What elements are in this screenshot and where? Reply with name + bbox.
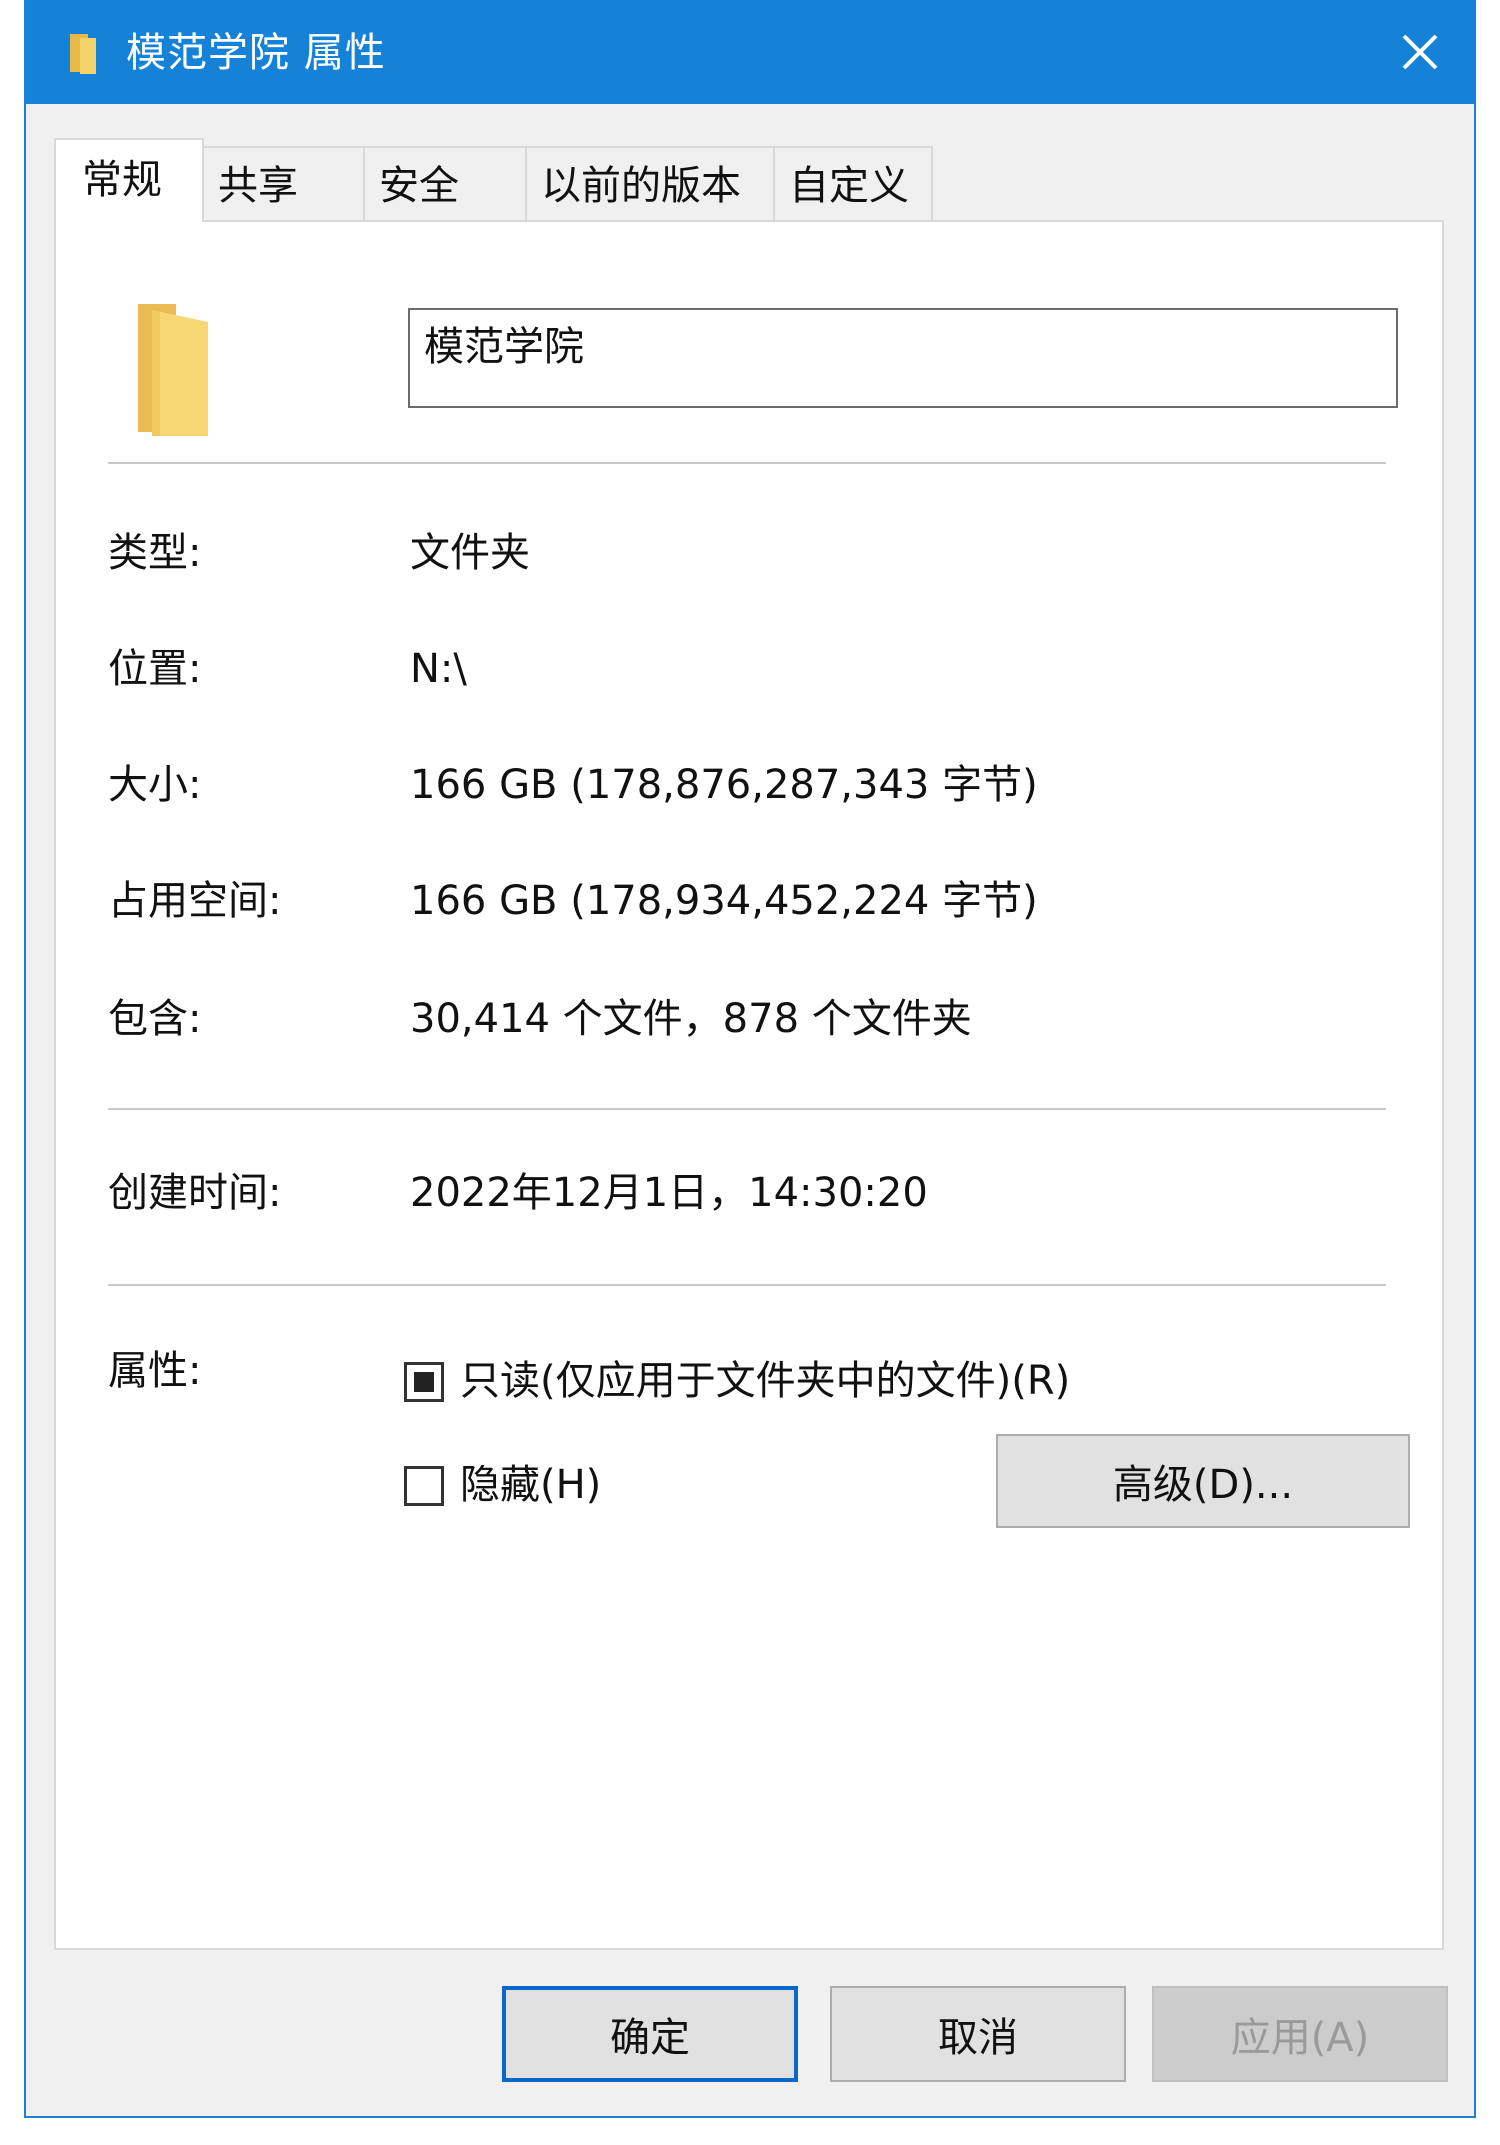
created-value: 2022年12月1日，14:30:20 xyxy=(410,1170,928,1216)
properties-window: 模范学院 属性 常规 共享 安全 以前的版本 自定义 类型: 文件夹 位置: N… xyxy=(24,0,1476,2118)
folder-icon xyxy=(70,34,96,74)
close-icon xyxy=(1402,34,1438,70)
divider xyxy=(108,462,1386,464)
attributes-label: 属性: xyxy=(108,1348,202,1394)
advanced-button[interactable]: 高级(D)... xyxy=(996,1434,1410,1528)
tab-general[interactable]: 常规 xyxy=(54,138,204,222)
contains-value: 30,414 个文件，878 个文件夹 xyxy=(410,996,972,1042)
contains-label: 包含: xyxy=(108,996,202,1042)
title-bar: 模范学院 属性 xyxy=(26,0,1474,104)
tab-customize[interactable]: 自定义 xyxy=(773,146,933,222)
divider xyxy=(108,1284,1386,1286)
folder-icon xyxy=(138,304,208,436)
general-panel: 类型: 文件夹 位置: N:\ 大小: 166 GB (178,876,287,… xyxy=(54,220,1444,1950)
close-button[interactable] xyxy=(1390,22,1450,82)
folder-name-input[interactable] xyxy=(408,308,1398,408)
size-label: 大小: xyxy=(108,762,202,808)
ok-button[interactable]: 确定 xyxy=(502,1986,798,2082)
tab-previous-versions[interactable]: 以前的版本 xyxy=(525,146,775,222)
cancel-button[interactable]: 取消 xyxy=(830,1986,1126,2082)
tab-security[interactable]: 安全 xyxy=(363,146,527,222)
readonly-checkbox[interactable] xyxy=(404,1362,444,1402)
size-on-disk-value: 166 GB (178,934,452,224 字节) xyxy=(410,878,1038,924)
tab-sharing[interactable]: 共享 xyxy=(202,146,365,222)
readonly-label[interactable]: 只读(仅应用于文件夹中的文件)(R) xyxy=(460,1356,1070,1406)
size-on-disk-label: 占用空间: xyxy=(108,878,282,924)
hidden-label[interactable]: 隐藏(H) xyxy=(460,1460,601,1510)
window-title: 模范学院 属性 xyxy=(126,30,386,76)
apply-button[interactable]: 应用(A) xyxy=(1152,1986,1448,2082)
location-value: N:\ xyxy=(410,646,467,692)
hidden-checkbox[interactable] xyxy=(404,1466,444,1506)
size-value: 166 GB (178,876,287,343 字节) xyxy=(410,762,1038,808)
location-label: 位置: xyxy=(108,646,202,692)
type-label: 类型: xyxy=(108,530,202,576)
created-label: 创建时间: xyxy=(108,1170,282,1216)
type-value: 文件夹 xyxy=(410,530,530,576)
tab-bar: 常规 共享 安全 以前的版本 自定义 xyxy=(54,138,933,222)
divider xyxy=(108,1108,1386,1110)
